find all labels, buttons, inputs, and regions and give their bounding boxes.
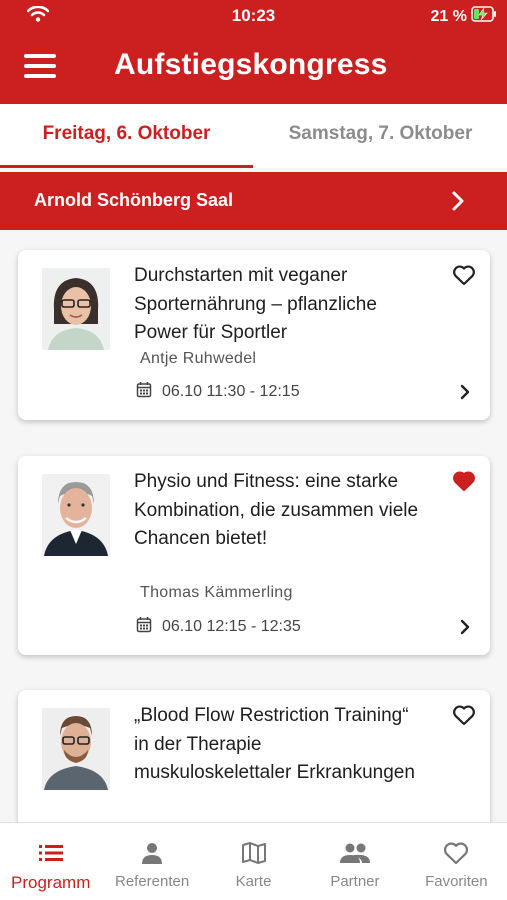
app-title: Aufstiegskongress bbox=[114, 48, 388, 81]
session-title: Physio und Fitness: eine starke Kombinat… bbox=[134, 471, 419, 549]
battery-charging-icon bbox=[471, 6, 497, 27]
tab-saturday[interactable]: Samstag, 7. Oktober bbox=[254, 104, 507, 168]
hamburger-menu-icon[interactable] bbox=[24, 54, 56, 80]
session-speaker: Thomas Kämmerling bbox=[140, 584, 293, 601]
heart-outline-icon bbox=[406, 839, 507, 867]
chevron-right-icon[interactable] bbox=[460, 384, 470, 405]
room-label: Arnold Schönberg Saal bbox=[34, 190, 234, 210]
nav-label: Referenten bbox=[115, 873, 190, 890]
tab-friday[interactable]: Freitag, 6. Oktober bbox=[0, 104, 253, 168]
nav-karte[interactable]: Karte bbox=[203, 823, 304, 900]
speaker-avatar bbox=[42, 474, 110, 556]
speaker-avatar bbox=[42, 708, 110, 790]
session-time: 06.10 11:30 - 12:15 bbox=[162, 383, 300, 400]
battery-indicator: 21 % bbox=[431, 6, 497, 27]
nav-label: Karte bbox=[235, 873, 272, 890]
session-speaker: Antje Ruhwedel bbox=[140, 350, 257, 367]
tab-label: Samstag, 7. Oktober bbox=[288, 123, 473, 144]
status-bar: 10:23 21 % bbox=[0, 0, 507, 32]
nav-label: Programm bbox=[11, 873, 91, 892]
session-card[interactable]: Durchstarten mit veganer Sporternährung … bbox=[18, 250, 490, 420]
session-time-row: 06.10 11:30 - 12:15 bbox=[136, 381, 300, 403]
speaker-avatar bbox=[42, 268, 110, 350]
favorite-filled-icon[interactable] bbox=[452, 470, 476, 497]
bottom-navigation: Programm Referenten Karte Partner Favori… bbox=[0, 822, 507, 900]
session-time-row: 06.10 12:15 - 12:35 bbox=[136, 616, 301, 638]
battery-percent: 21 % bbox=[430, 7, 467, 25]
favorite-outline-icon[interactable] bbox=[452, 264, 476, 291]
room-selector[interactable]: Arnold Schönberg Saal bbox=[0, 172, 507, 230]
calendar-icon bbox=[136, 381, 152, 403]
nav-favoriten[interactable]: Favoriten bbox=[406, 823, 507, 900]
favorite-outline-icon[interactable] bbox=[452, 704, 476, 731]
group-icon bbox=[304, 839, 405, 867]
map-icon bbox=[203, 839, 304, 867]
session-time: 06.10 12:15 - 12:35 bbox=[162, 618, 301, 635]
person-icon bbox=[101, 839, 202, 867]
chevron-right-icon bbox=[451, 190, 465, 217]
list-icon bbox=[0, 839, 101, 867]
active-tab-indicator bbox=[0, 165, 253, 168]
app-bar: Aufstiegskongress bbox=[0, 32, 507, 104]
nav-label: Partner bbox=[330, 873, 380, 890]
session-title: „Blood Flow Restriction Training“ in der… bbox=[134, 705, 415, 783]
nav-referenten[interactable]: Referenten bbox=[101, 823, 202, 900]
day-tabs: Freitag, 6. Oktober Samstag, 7. Oktober bbox=[0, 104, 507, 168]
chevron-right-icon[interactable] bbox=[460, 619, 470, 640]
session-title: Durchstarten mit veganer Sporternährung … bbox=[134, 265, 377, 343]
session-card[interactable]: Physio und Fitness: eine starke Kombinat… bbox=[18, 456, 490, 655]
nav-label: Favoriten bbox=[425, 873, 488, 890]
nav-partner[interactable]: Partner bbox=[304, 823, 405, 900]
nav-programm[interactable]: Programm bbox=[0, 823, 101, 900]
calendar-icon bbox=[136, 616, 152, 638]
tab-label: Freitag, 6. Oktober bbox=[42, 123, 211, 144]
